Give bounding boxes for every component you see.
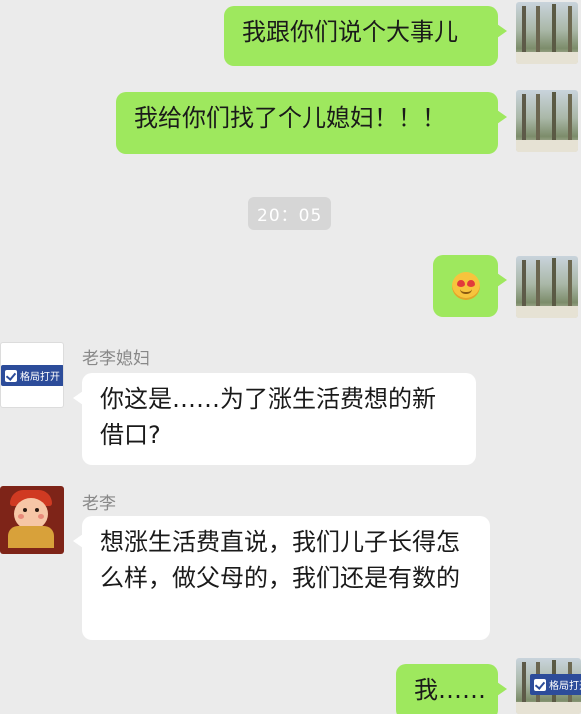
message-text: 我跟你们说个大事儿: [242, 18, 458, 46]
self-avatar[interactable]: [516, 90, 578, 152]
sender-name: 老李媳妇: [82, 349, 150, 369]
message-text: 我给你们找了个儿媳妇！！！: [134, 104, 446, 132]
watermark-text: 格局打开: [20, 372, 60, 383]
message-text: 我……: [414, 676, 486, 704]
watermark-badge: 格局打开: [530, 674, 581, 695]
watermark-text: 格局打开: [549, 681, 581, 692]
message-bubble-outgoing-emoji[interactable]: [433, 255, 507, 317]
self-avatar[interactable]: [516, 256, 578, 318]
message-bubble-incoming[interactable]: 想涨生活费直说，我们儿子长得怎么样，做父母的，我们还是有数的: [73, 516, 490, 640]
check-icon: [534, 678, 546, 691]
check-icon: [5, 369, 17, 382]
message-bubble-outgoing[interactable]: 我……: [396, 664, 507, 714]
lao-li-avatar[interactable]: [0, 486, 64, 554]
timestamp: 20：05: [248, 197, 332, 230]
message-bubble-outgoing[interactable]: 我给你们找了个儿媳妇！！！: [116, 92, 507, 154]
sender-name: 老李: [82, 494, 116, 514]
message-text: 你这是……为了涨生活费想的新借口?: [100, 385, 436, 449]
wife-avatar[interactable]: 格局打开: [0, 342, 64, 408]
message-text: 想涨生活费直说，我们儿子长得怎么样，做父母的，我们还是有数的: [100, 528, 460, 592]
message-bubble-outgoing[interactable]: 我跟你们说个大事儿: [224, 6, 507, 66]
heart-eyes-emoji-icon: [451, 272, 480, 300]
self-avatar[interactable]: [516, 2, 578, 64]
message-bubble-incoming[interactable]: 你这是……为了涨生活费想的新借口?: [73, 373, 476, 465]
self-avatar[interactable]: 格局打开: [516, 658, 581, 714]
watermark-badge: 格局打开: [1, 365, 63, 386]
